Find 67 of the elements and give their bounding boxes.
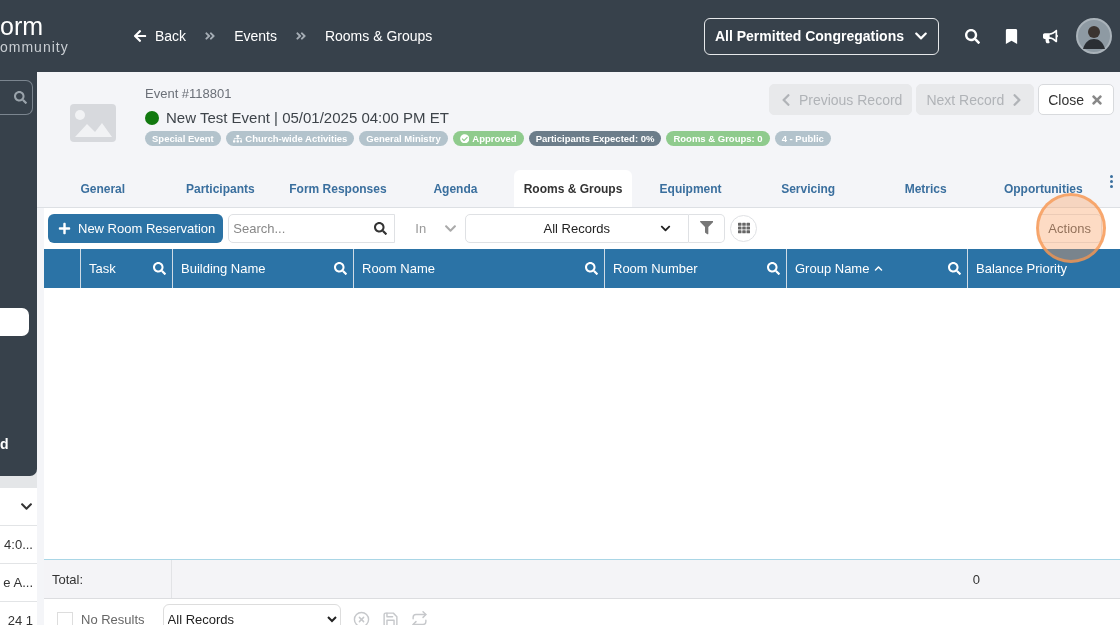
- search-icon[interactable]: [334, 262, 347, 275]
- breadcrumb-link[interactable]: Rooms & Groups: [324, 28, 433, 44]
- column-header[interactable]: Task: [89, 261, 116, 276]
- logo-tagline: ommunity: [0, 39, 70, 55]
- tab[interactable]: Equipment: [631, 170, 750, 207]
- megaphone-icon[interactable]: [1043, 28, 1058, 44]
- tab[interactable]: Participants: [161, 170, 280, 207]
- column-header[interactable]: Room Number: [613, 261, 698, 276]
- search-icon[interactable]: [767, 262, 780, 275]
- search-field[interactable]: Search...: [228, 213, 396, 243]
- hierarchy-icon: [232, 133, 243, 144]
- search-icon[interactable]: [948, 262, 961, 275]
- avatar-icon[interactable]: [1076, 18, 1112, 54]
- total-label: Total:: [44, 560, 172, 598]
- close-icon: [1090, 92, 1104, 107]
- checkbox[interactable]: [57, 611, 73, 625]
- double-chevron-icon: [294, 30, 307, 42]
- tab[interactable]: General: [44, 170, 162, 207]
- tab[interactable]: Servicing: [749, 170, 867, 207]
- sidebar-label: d: [0, 436, 10, 452]
- tag: Approved: [452, 131, 524, 146]
- tag: Rooms & Groups: 0: [666, 131, 770, 146]
- column-header[interactable]: Group Name: [795, 261, 884, 276]
- breadcrumb-link[interactable]: Events: [234, 28, 277, 44]
- tab[interactable]: Rooms & Groups: [514, 170, 632, 207]
- search-icon: [374, 221, 388, 235]
- tab[interactable]: Form Responses: [279, 170, 397, 207]
- filter-icon: [700, 221, 714, 235]
- tag: Church-wide Activities: [225, 131, 355, 146]
- arrow-left-icon: [133, 29, 147, 43]
- double-chevron-icon: [204, 30, 217, 42]
- event-number: Event #118801: [145, 86, 233, 101]
- sidebar-button[interactable]: [0, 308, 29, 336]
- actions-button[interactable]: Actions: [1037, 213, 1102, 243]
- search-icon[interactable]: [965, 28, 980, 44]
- total-value: 0: [972, 571, 980, 587]
- column-header[interactable]: Room Name: [362, 261, 435, 276]
- tag: General Ministry: [359, 131, 448, 146]
- close-button[interactable]: Close: [1038, 84, 1114, 115]
- records-dropdown[interactable]: All Records: [465, 213, 690, 243]
- tag: Participants Expected: 0%: [528, 131, 662, 146]
- column-header[interactable]: Balance Priority: [976, 261, 1068, 276]
- column-header[interactable]: Building Name: [181, 261, 266, 276]
- filter-button[interactable]: [689, 213, 726, 243]
- scope-dropdown[interactable]: In: [395, 213, 466, 243]
- event-title: New Test Event | 05/01/2025 04:00 PM ET: [166, 109, 449, 126]
- logo-text: orm: [0, 13, 45, 39]
- plus-icon: [58, 221, 71, 235]
- grid-icon: [737, 222, 750, 234]
- view-select[interactable]: All Records: [162, 604, 341, 625]
- tab[interactable]: Opportunities: [984, 170, 1103, 207]
- search-icon[interactable]: [153, 262, 166, 275]
- search-icon: [14, 91, 27, 104]
- sidebar-search-field[interactable]: [0, 80, 33, 115]
- tag: Special Event: [145, 131, 221, 146]
- results-count: No Results: [81, 612, 145, 625]
- grid-button[interactable]: [730, 214, 758, 242]
- new-reservation-button[interactable]: New Room Reservation: [48, 213, 224, 243]
- tab[interactable]: Agenda: [396, 170, 515, 207]
- tab[interactable]: Metrics: [866, 170, 985, 207]
- back-link[interactable]: Back: [133, 28, 187, 44]
- search-icon[interactable]: [585, 262, 598, 275]
- bookmark-icon[interactable]: [1004, 28, 1019, 44]
- congregation-dropdown[interactable]: All Permitted Congregations: [703, 17, 939, 55]
- image-placeholder-icon: [70, 104, 116, 142]
- tag: 4 - Public: [774, 131, 831, 146]
- chevron-down-icon: [20, 500, 33, 513]
